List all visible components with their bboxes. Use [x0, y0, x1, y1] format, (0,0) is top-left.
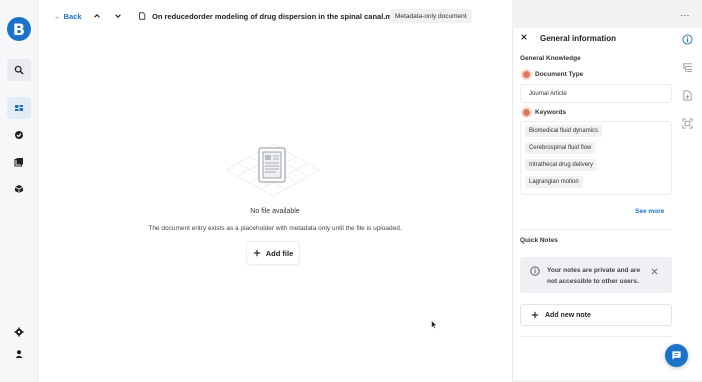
general-knowledge-heading: General Knowledge — [520, 55, 581, 62]
add-document-icon — [682, 90, 692, 100]
scan-tab-button[interactable] — [680, 116, 694, 130]
empty-state-subtitle: The document entry exists as a placehold… — [148, 225, 402, 232]
notes-privacy-text: Your notes are private and are not acces… — [547, 267, 641, 285]
general-information-panel: General information General Knowledge Do… — [512, 28, 674, 380]
section-divider — [520, 336, 672, 337]
plus-icon — [253, 249, 260, 257]
app-window: B ← Back On reducedorder modeling of dru… — [0, 0, 702, 382]
side-tool-strip — [674, 28, 702, 380]
chevron-up-icon — [94, 14, 100, 18]
library-icon — [14, 158, 23, 167]
add-file-label: Add file — [265, 248, 294, 258]
add-note-label: Add new note — [545, 311, 591, 319]
chat-support-button[interactable] — [665, 344, 688, 367]
tasks-button[interactable] — [7, 124, 31, 146]
keywords-label: Keywords — [523, 109, 566, 116]
library-button[interactable] — [7, 151, 31, 173]
info-icon — [530, 266, 540, 276]
settings-button[interactable] — [7, 321, 31, 343]
outline-icon — [682, 62, 692, 72]
dashboard-icon — [15, 105, 23, 111]
keywords-field[interactable]: Biomedical fluid dynamics Cerebrospinal … — [520, 121, 672, 195]
back-button[interactable]: ← Back — [54, 4, 82, 28]
close-icon — [651, 268, 657, 275]
package-icon — [14, 185, 24, 193]
more-options-button[interactable]: ··· — [678, 10, 692, 22]
info-tab-button[interactable] — [680, 32, 694, 46]
keyword-chip[interactable]: Biomedical fluid dynamics — [525, 125, 603, 137]
search-button[interactable] — [7, 59, 31, 81]
package-button[interactable] — [7, 178, 31, 200]
no-file-illustration — [225, 143, 321, 197]
chat-icon — [672, 351, 681, 360]
dismiss-banner-button[interactable] — [650, 268, 658, 276]
search-icon — [14, 65, 24, 75]
document-type-label-text: Document Type — [535, 71, 584, 78]
document-type-label: Document Type — [523, 71, 583, 78]
document-type-value: Journal Article — [529, 91, 567, 97]
document-title: On reducedorder modeling of drug dispers… — [138, 4, 418, 28]
notes-privacy-banner: Your notes are private and are not acces… — [520, 257, 672, 293]
keyword-chip[interactable]: Lagrangian motion — [525, 176, 583, 188]
panel-header: General information — [513, 28, 675, 50]
profile-button[interactable] — [7, 343, 31, 365]
plus-icon — [531, 311, 539, 319]
document-icon — [139, 12, 146, 20]
status-dot-icon — [523, 71, 530, 78]
keywords-label-text: Keywords — [535, 109, 567, 116]
panel-title: General information — [540, 34, 617, 43]
next-document-button[interactable] — [112, 10, 124, 22]
status-dot-icon — [523, 109, 530, 116]
add-note-button[interactable]: Add new note — [520, 304, 672, 326]
previous-document-button[interactable] — [91, 10, 103, 22]
close-panel-button[interactable] — [519, 33, 529, 43]
document-toolbar: ← Back On reducedorder modeling of drug … — [38, 4, 702, 28]
quick-notes-heading: Quick Notes — [520, 237, 558, 244]
add-document-tab-button[interactable] — [680, 88, 694, 102]
section-divider — [520, 229, 672, 230]
document-type-field[interactable]: Journal Article — [520, 84, 672, 103]
mouse-cursor-icon — [431, 320, 437, 329]
close-icon — [521, 34, 527, 40]
user-icon — [15, 350, 23, 358]
chevron-down-icon — [115, 14, 121, 18]
see-more-link[interactable]: See more — [635, 208, 664, 215]
dashboard-button[interactable] — [7, 97, 31, 119]
left-rail: B — [0, 0, 38, 382]
gear-icon — [14, 327, 24, 337]
empty-state-title: No file available — [250, 208, 300, 215]
add-file-button[interactable]: Add file — [247, 242, 299, 264]
check-circle-icon — [15, 131, 23, 139]
outline-tab-button[interactable] — [680, 60, 694, 74]
info-icon — [681, 33, 693, 45]
keyword-chip[interactable]: Intrathecal drug delivery — [525, 159, 598, 171]
keyword-chip[interactable]: Cerebrospinal fluid flow — [525, 142, 596, 154]
metadata-only-badge: Metadata-only document — [390, 9, 472, 23]
scan-icon — [682, 118, 692, 128]
app-logo[interactable]: B — [7, 17, 31, 41]
document-title-text: On reducedorder modeling of drug dispers… — [152, 11, 419, 21]
